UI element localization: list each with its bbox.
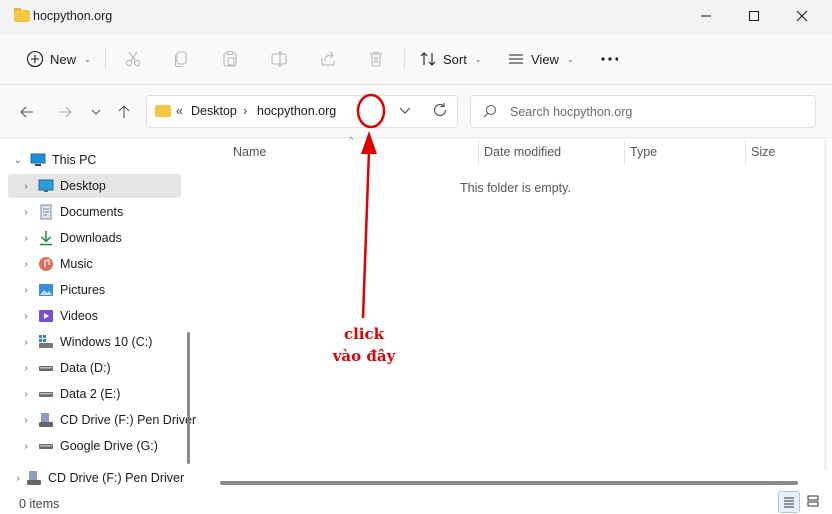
annotation-line-1: click: [343, 325, 385, 343]
annotation-text: click vào đây: [322, 323, 406, 367]
annotation-circle: [356, 93, 386, 129]
annotation-arrow-line: [361, 149, 371, 319]
annotation-arrow-head: [361, 131, 377, 154]
annotation-line-2: vào đây: [332, 347, 396, 365]
annotation-overlay: [356, 93, 386, 319]
